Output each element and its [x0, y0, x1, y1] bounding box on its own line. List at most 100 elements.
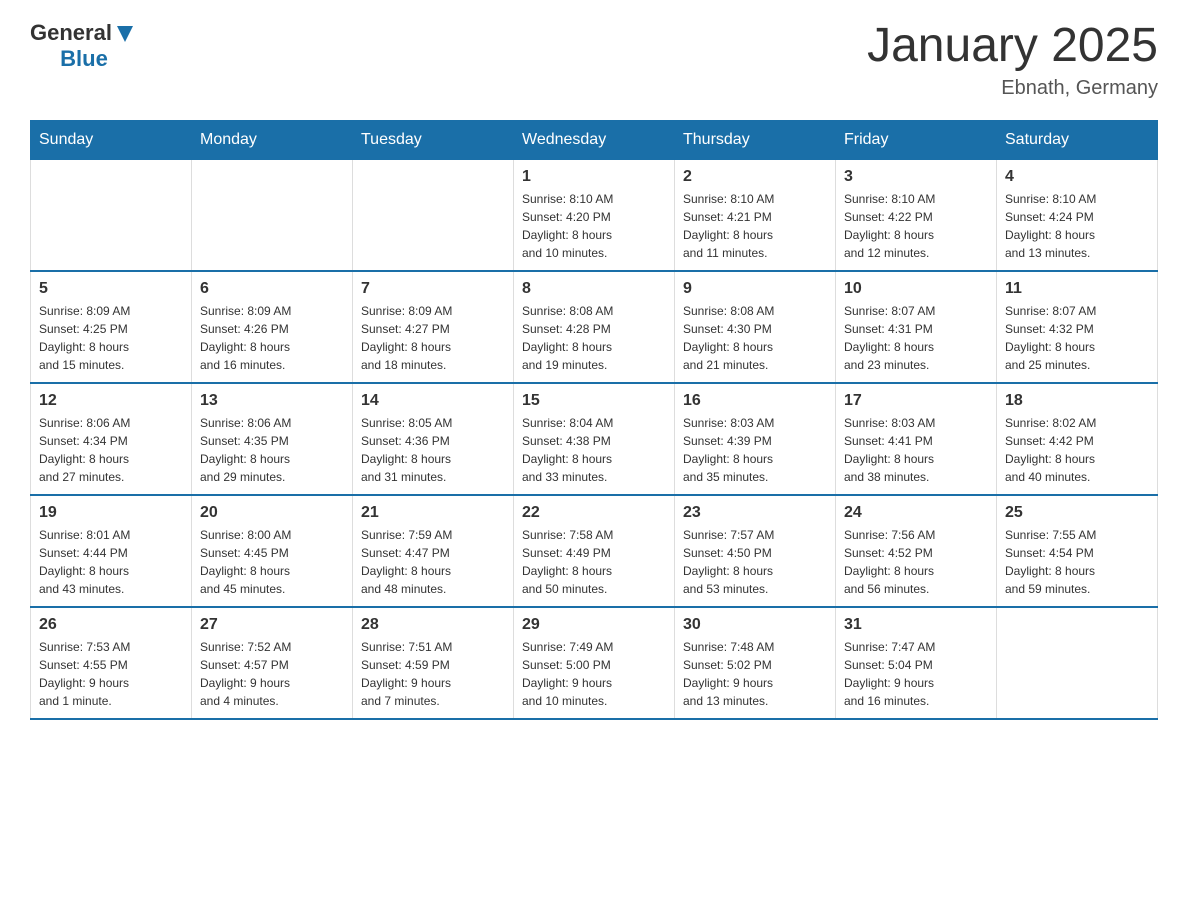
day-number: 8: [522, 280, 666, 298]
day-info: Sunrise: 8:03 AM Sunset: 4:41 PM Dayligh…: [844, 414, 988, 486]
calendar-cell: 15 Sunrise: 8:04 AM Sunset: 4:38 PM Dayli…: [514, 383, 675, 495]
week-row-1: 1 Sunrise: 8:10 AM Sunset: 4:20 PM Daylig…: [31, 159, 1158, 271]
calendar-cell: 29Sunrise: 7:49 AM Sunset: 5:00 PM Dayli…: [514, 607, 675, 719]
calendar-cell: 14Sunrise: 8:05 AM Sunset: 4:36 PM Dayli…: [353, 383, 514, 495]
day-info: Sunrise: 8:02 AM Sunset: 4:42 PM Dayligh…: [1005, 414, 1149, 486]
calendar-table: SundayMondayTuesdayWednesdayThursdayFrid…: [30, 120, 1158, 720]
day-number: 17: [844, 392, 988, 410]
day-number: 25: [1005, 504, 1149, 522]
day-info: Sunrise: 8:00 AM Sunset: 4:45 PM Dayligh…: [200, 526, 344, 598]
day-info: Sunrise: 7:49 AM Sunset: 5:00 PM Dayligh…: [522, 638, 666, 710]
logo: General Blue: [30, 20, 136, 72]
day-number: 7: [361, 280, 505, 298]
day-number: 22: [522, 504, 666, 522]
calendar-cell: 20 Sunrise: 8:00 AM Sunset: 4:45 PM Dayli…: [192, 495, 353, 607]
day-number: 20: [200, 504, 344, 522]
day-number: 11: [1005, 280, 1149, 298]
day-of-week-tuesday: Tuesday: [353, 120, 514, 159]
day-info: Sunrise: 8:07 AM Sunset: 4:32 PM Dayligh…: [1005, 302, 1149, 374]
day-info: Sunrise: 7:59 AM Sunset: 4:47 PM Dayligh…: [361, 526, 505, 598]
title-section: January 2025 Ebnath, Germany: [867, 20, 1158, 100]
day-info: Sunrise: 7:48 AM Sunset: 5:02 PM Dayligh…: [683, 638, 827, 710]
day-of-week-monday: Monday: [192, 120, 353, 159]
calendar-cell: [353, 159, 514, 271]
day-info: Sunrise: 8:01 AM Sunset: 4:44 PM Dayligh…: [39, 526, 183, 598]
day-info: Sunrise: 8:06 AM Sunset: 4:35 PM Dayligh…: [200, 414, 344, 486]
calendar-cell: 9 Sunrise: 8:08 AM Sunset: 4:30 PM Daylig…: [675, 271, 836, 383]
day-number: 16: [683, 392, 827, 410]
calendar-cell: 8 Sunrise: 8:08 AM Sunset: 4:28 PM Daylig…: [514, 271, 675, 383]
day-info: Sunrise: 7:51 AM Sunset: 4:59 PM Dayligh…: [361, 638, 505, 710]
day-number: 13: [200, 392, 344, 410]
day-info: Sunrise: 8:03 AM Sunset: 4:39 PM Dayligh…: [683, 414, 827, 486]
day-number: 1: [522, 168, 666, 186]
calendar-cell: [31, 159, 192, 271]
week-row-4: 19 Sunrise: 8:01 AM Sunset: 4:44 PM Dayli…: [31, 495, 1158, 607]
page-header: General Blue January 2025 Ebnath, German…: [30, 20, 1158, 100]
day-number: 31: [844, 616, 988, 634]
day-number: 15: [522, 392, 666, 410]
day-info: Sunrise: 8:10 AM Sunset: 4:22 PM Dayligh…: [844, 190, 988, 262]
week-row-5: 26 Sunrise: 7:53 AM Sunset: 4:55 PM Dayli…: [31, 607, 1158, 719]
day-info: Sunrise: 8:06 AM Sunset: 4:34 PM Dayligh…: [39, 414, 183, 486]
calendar-cell: 17 Sunrise: 8:03 AM Sunset: 4:41 PM Dayli…: [836, 383, 997, 495]
calendar-cell: 27 Sunrise: 7:52 AM Sunset: 4:57 PM Dayli…: [192, 607, 353, 719]
calendar-cell: 18Sunrise: 8:02 AM Sunset: 4:42 PM Dayli…: [997, 383, 1158, 495]
calendar-cell: 12 Sunrise: 8:06 AM Sunset: 4:34 PM Dayli…: [31, 383, 192, 495]
day-info: Sunrise: 8:04 AM Sunset: 4:38 PM Dayligh…: [522, 414, 666, 486]
day-info: Sunrise: 7:58 AM Sunset: 4:49 PM Dayligh…: [522, 526, 666, 598]
logo-text-general: General: [30, 20, 112, 46]
day-number: 27: [200, 616, 344, 634]
day-number: 24: [844, 504, 988, 522]
day-info: Sunrise: 8:09 AM Sunset: 4:26 PM Dayligh…: [200, 302, 344, 374]
day-info: Sunrise: 8:08 AM Sunset: 4:28 PM Dayligh…: [522, 302, 666, 374]
day-info: Sunrise: 8:05 AM Sunset: 4:36 PM Dayligh…: [361, 414, 505, 486]
week-row-2: 5Sunrise: 8:09 AM Sunset: 4:25 PM Daylig…: [31, 271, 1158, 383]
calendar-cell: 7Sunrise: 8:09 AM Sunset: 4:27 PM Daylig…: [353, 271, 514, 383]
calendar-cell: 19 Sunrise: 8:01 AM Sunset: 4:44 PM Dayli…: [31, 495, 192, 607]
day-of-week-wednesday: Wednesday: [514, 120, 675, 159]
day-number: 5: [39, 280, 183, 298]
calendar-cell: 28Sunrise: 7:51 AM Sunset: 4:59 PM Dayli…: [353, 607, 514, 719]
calendar-header: SundayMondayTuesdayWednesdayThursdayFrid…: [31, 120, 1158, 159]
calendar-cell: 30 Sunrise: 7:48 AM Sunset: 5:02 PM Dayli…: [675, 607, 836, 719]
day-number: 12: [39, 392, 183, 410]
day-number: 26: [39, 616, 183, 634]
calendar-cell: 22 Sunrise: 7:58 AM Sunset: 4:49 PM Dayli…: [514, 495, 675, 607]
calendar-cell: 13 Sunrise: 8:06 AM Sunset: 4:35 PM Dayli…: [192, 383, 353, 495]
calendar-cell: 1 Sunrise: 8:10 AM Sunset: 4:20 PM Daylig…: [514, 159, 675, 271]
day-of-week-sunday: Sunday: [31, 120, 192, 159]
logo-text-blue: Blue: [60, 46, 108, 71]
calendar-cell: 4Sunrise: 8:10 AM Sunset: 4:24 PM Daylig…: [997, 159, 1158, 271]
day-number: 19: [39, 504, 183, 522]
day-number: 6: [200, 280, 344, 298]
day-info: Sunrise: 7:47 AM Sunset: 5:04 PM Dayligh…: [844, 638, 988, 710]
calendar-cell: 23Sunrise: 7:57 AM Sunset: 4:50 PM Dayli…: [675, 495, 836, 607]
day-info: Sunrise: 8:07 AM Sunset: 4:31 PM Dayligh…: [844, 302, 988, 374]
calendar-body: 1 Sunrise: 8:10 AM Sunset: 4:20 PM Daylig…: [31, 159, 1158, 719]
day-info: Sunrise: 7:52 AM Sunset: 4:57 PM Dayligh…: [200, 638, 344, 710]
day-number: 30: [683, 616, 827, 634]
calendar-cell: [997, 607, 1158, 719]
week-row-3: 12 Sunrise: 8:06 AM Sunset: 4:34 PM Dayli…: [31, 383, 1158, 495]
day-number: 10: [844, 280, 988, 298]
calendar-cell: 11 Sunrise: 8:07 AM Sunset: 4:32 PM Dayli…: [997, 271, 1158, 383]
day-info: Sunrise: 8:10 AM Sunset: 4:20 PM Dayligh…: [522, 190, 666, 262]
month-title: January 2025: [867, 20, 1158, 73]
day-number: 3: [844, 168, 988, 186]
day-info: Sunrise: 8:10 AM Sunset: 4:21 PM Dayligh…: [683, 190, 827, 262]
day-number: 21: [361, 504, 505, 522]
day-info: Sunrise: 8:08 AM Sunset: 4:30 PM Dayligh…: [683, 302, 827, 374]
calendar-cell: 24Sunrise: 7:56 AM Sunset: 4:52 PM Dayli…: [836, 495, 997, 607]
calendar-cell: 31 Sunrise: 7:47 AM Sunset: 5:04 PM Dayli…: [836, 607, 997, 719]
calendar-cell: 26 Sunrise: 7:53 AM Sunset: 4:55 PM Dayli…: [31, 607, 192, 719]
calendar-cell: 16 Sunrise: 8:03 AM Sunset: 4:39 PM Dayli…: [675, 383, 836, 495]
day-of-week-thursday: Thursday: [675, 120, 836, 159]
day-info: Sunrise: 7:55 AM Sunset: 4:54 PM Dayligh…: [1005, 526, 1149, 598]
day-of-week-saturday: Saturday: [997, 120, 1158, 159]
day-number: 9: [683, 280, 827, 298]
day-info: Sunrise: 7:53 AM Sunset: 4:55 PM Dayligh…: [39, 638, 183, 710]
day-info: Sunrise: 7:57 AM Sunset: 4:50 PM Dayligh…: [683, 526, 827, 598]
calendar-cell: 10 Sunrise: 8:07 AM Sunset: 4:31 PM Dayli…: [836, 271, 997, 383]
days-of-week-row: SundayMondayTuesdayWednesdayThursdayFrid…: [31, 120, 1158, 159]
